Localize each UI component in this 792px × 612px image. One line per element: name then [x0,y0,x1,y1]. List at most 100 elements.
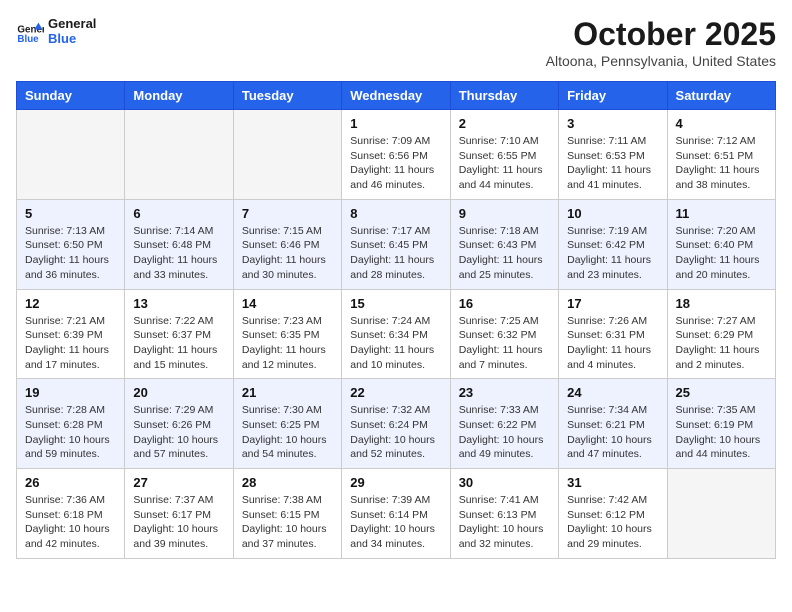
calendar-cell: 5Sunrise: 7:13 AM Sunset: 6:50 PM Daylig… [17,199,125,289]
calendar-table: SundayMondayTuesdayWednesdayThursdayFrid… [16,81,776,559]
day-number: 28 [242,475,333,490]
day-info: Sunrise: 7:21 AM Sunset: 6:39 PM Dayligh… [25,314,116,373]
day-number: 25 [676,385,767,400]
day-info: Sunrise: 7:32 AM Sunset: 6:24 PM Dayligh… [350,403,441,462]
day-info: Sunrise: 7:27 AM Sunset: 6:29 PM Dayligh… [676,314,767,373]
day-number: 12 [25,296,116,311]
day-number: 10 [567,206,658,221]
logo-text-blue: Blue [48,31,96,46]
month-title: October 2025 [546,16,776,53]
day-info: Sunrise: 7:15 AM Sunset: 6:46 PM Dayligh… [242,224,333,283]
calendar-cell: 22 Sunrise: 7:32 AM Sunset: 6:24 PM Dayli… [342,379,450,469]
day-number: 8 [350,206,441,221]
day-info: Sunrise: 7:20 AM Sunset: 6:40 PM Dayligh… [676,224,767,283]
col-header-saturday: Saturday [667,82,775,110]
location: Altoona, Pennsylvania, United States [546,53,776,69]
calendar-cell: 2Sunrise: 7:10 AM Sunset: 6:55 PM Daylig… [450,110,558,200]
calendar-week-row: 1Sunrise: 7:09 AM Sunset: 6:56 PM Daylig… [17,110,776,200]
calendar-cell [17,110,125,200]
day-info: Sunrise: 7:36 AM Sunset: 6:18 PM Dayligh… [25,493,116,552]
logo: General Blue General Blue [16,16,96,46]
calendar-cell [125,110,233,200]
day-info: Sunrise: 7:35 AM Sunset: 6:19 PM Dayligh… [676,403,767,462]
day-info: Sunrise: 7:29 AM Sunset: 6:26 PM Dayligh… [133,403,224,462]
day-number: 20 [133,385,224,400]
day-info: Sunrise: 7:19 AM Sunset: 6:42 PM Dayligh… [567,224,658,283]
col-header-tuesday: Tuesday [233,82,341,110]
calendar-week-row: 26 Sunrise: 7:36 AM Sunset: 6:18 PM Dayli… [17,469,776,559]
day-info: Sunrise: 7:41 AM Sunset: 6:13 PM Dayligh… [459,493,550,552]
day-number: 22 [350,385,441,400]
day-number: 15 [350,296,441,311]
day-info: Sunrise: 7:14 AM Sunset: 6:48 PM Dayligh… [133,224,224,283]
day-number: 13 [133,296,224,311]
calendar-cell: 15 Sunrise: 7:24 AM Sunset: 6:34 PM Dayli… [342,289,450,379]
calendar-week-row: 5Sunrise: 7:13 AM Sunset: 6:50 PM Daylig… [17,199,776,289]
calendar-cell: 7 Sunrise: 7:15 AM Sunset: 6:46 PM Daylig… [233,199,341,289]
logo-icon: General Blue [16,17,44,45]
calendar-header-row: SundayMondayTuesdayWednesdayThursdayFrid… [17,82,776,110]
calendar-cell: 24Sunrise: 7:34 AM Sunset: 6:21 PM Dayli… [559,379,667,469]
calendar-cell: 6 Sunrise: 7:14 AM Sunset: 6:48 PM Daylig… [125,199,233,289]
day-info: Sunrise: 7:25 AM Sunset: 6:32 PM Dayligh… [459,314,550,373]
col-header-wednesday: Wednesday [342,82,450,110]
day-number: 9 [459,206,550,221]
calendar-cell: 25 Sunrise: 7:35 AM Sunset: 6:19 PM Dayli… [667,379,775,469]
calendar-cell: 11 Sunrise: 7:20 AM Sunset: 6:40 PM Dayli… [667,199,775,289]
calendar-cell [233,110,341,200]
day-number: 4 [676,116,767,131]
day-number: 11 [676,206,767,221]
day-number: 30 [459,475,550,490]
day-info: Sunrise: 7:26 AM Sunset: 6:31 PM Dayligh… [567,314,658,373]
day-number: 3 [567,116,658,131]
day-info: Sunrise: 7:33 AM Sunset: 6:22 PM Dayligh… [459,403,550,462]
calendar-cell: 23 Sunrise: 7:33 AM Sunset: 6:22 PM Dayli… [450,379,558,469]
calendar-cell: 20 Sunrise: 7:29 AM Sunset: 6:26 PM Dayli… [125,379,233,469]
day-info: Sunrise: 7:38 AM Sunset: 6:15 PM Dayligh… [242,493,333,552]
day-info: Sunrise: 7:12 AM Sunset: 6:51 PM Dayligh… [676,134,767,193]
calendar-cell: 21 Sunrise: 7:30 AM Sunset: 6:25 PM Dayli… [233,379,341,469]
day-number: 26 [25,475,116,490]
day-number: 16 [459,296,550,311]
day-number: 18 [676,296,767,311]
calendar-cell: 29 Sunrise: 7:39 AM Sunset: 6:14 PM Dayli… [342,469,450,559]
day-number: 19 [25,385,116,400]
calendar-cell: 9Sunrise: 7:18 AM Sunset: 6:43 PM Daylig… [450,199,558,289]
day-number: 2 [459,116,550,131]
calendar-cell: 26 Sunrise: 7:36 AM Sunset: 6:18 PM Dayli… [17,469,125,559]
calendar-cell: 28 Sunrise: 7:38 AM Sunset: 6:15 PM Dayli… [233,469,341,559]
calendar-cell: 19Sunrise: 7:28 AM Sunset: 6:28 PM Dayli… [17,379,125,469]
day-number: 23 [459,385,550,400]
calendar-cell: 16 Sunrise: 7:25 AM Sunset: 6:32 PM Dayli… [450,289,558,379]
day-info: Sunrise: 7:24 AM Sunset: 6:34 PM Dayligh… [350,314,441,373]
calendar-cell: 14Sunrise: 7:23 AM Sunset: 6:35 PM Dayli… [233,289,341,379]
calendar-cell: 30 Sunrise: 7:41 AM Sunset: 6:13 PM Dayli… [450,469,558,559]
day-info: Sunrise: 7:37 AM Sunset: 6:17 PM Dayligh… [133,493,224,552]
day-info: Sunrise: 7:17 AM Sunset: 6:45 PM Dayligh… [350,224,441,283]
day-info: Sunrise: 7:13 AM Sunset: 6:50 PM Dayligh… [25,224,116,283]
calendar-cell: 17Sunrise: 7:26 AM Sunset: 6:31 PM Dayli… [559,289,667,379]
day-info: Sunrise: 7:22 AM Sunset: 6:37 PM Dayligh… [133,314,224,373]
calendar-cell: 12 Sunrise: 7:21 AM Sunset: 6:39 PM Dayli… [17,289,125,379]
calendar-cell: 1Sunrise: 7:09 AM Sunset: 6:56 PM Daylig… [342,110,450,200]
calendar-cell: 10 Sunrise: 7:19 AM Sunset: 6:42 PM Dayli… [559,199,667,289]
page-header: General Blue General Blue October 2025 A… [16,16,776,69]
col-header-sunday: Sunday [17,82,125,110]
day-info: Sunrise: 7:39 AM Sunset: 6:14 PM Dayligh… [350,493,441,552]
calendar-cell: 3 Sunrise: 7:11 AM Sunset: 6:53 PM Daylig… [559,110,667,200]
day-info: Sunrise: 7:42 AM Sunset: 6:12 PM Dayligh… [567,493,658,552]
day-number: 29 [350,475,441,490]
calendar-cell [667,469,775,559]
day-number: 21 [242,385,333,400]
day-number: 1 [350,116,441,131]
calendar-week-row: 12 Sunrise: 7:21 AM Sunset: 6:39 PM Dayli… [17,289,776,379]
title-block: October 2025 Altoona, Pennsylvania, Unit… [546,16,776,69]
day-number: 6 [133,206,224,221]
day-number: 24 [567,385,658,400]
calendar-week-row: 19Sunrise: 7:28 AM Sunset: 6:28 PM Dayli… [17,379,776,469]
day-number: 31 [567,475,658,490]
day-info: Sunrise: 7:11 AM Sunset: 6:53 PM Dayligh… [567,134,658,193]
day-number: 7 [242,206,333,221]
calendar-cell: 31 Sunrise: 7:42 AM Sunset: 6:12 PM Dayli… [559,469,667,559]
day-info: Sunrise: 7:30 AM Sunset: 6:25 PM Dayligh… [242,403,333,462]
